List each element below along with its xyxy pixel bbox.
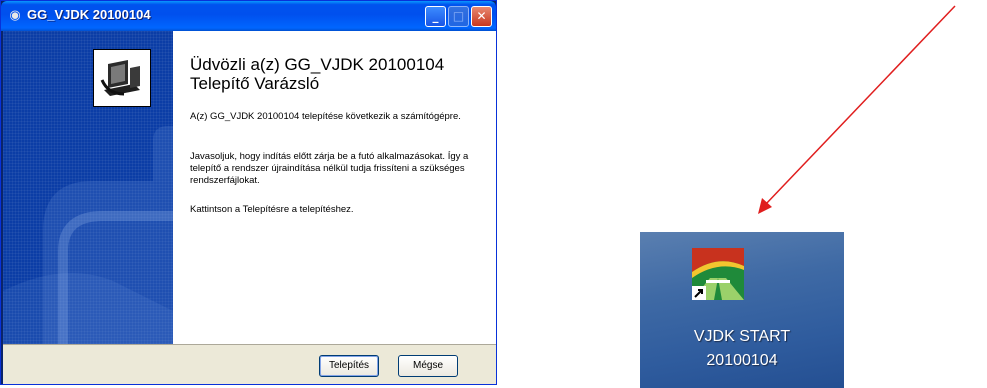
- minimize-button[interactable]: _: [425, 6, 446, 27]
- vjdk-shortcut-icon[interactable]: [692, 248, 744, 300]
- wizard-heading: Üdvözli a(z) GG_VJDK 20100104 Telepítő V…: [190, 55, 445, 93]
- installer-icon: ◉: [9, 8, 21, 23]
- window-title: GG_VJDK 20100104: [27, 7, 151, 22]
- wizard-footer: Telepítés Mégse: [3, 344, 496, 384]
- title-bar[interactable]: ◉ GG_VJDK 20100104 _ □ ✕: [1, 1, 496, 31]
- maximize-button: □: [448, 6, 469, 27]
- computer-install-icon: [93, 49, 151, 107]
- wizard-content: Üdvözli a(z) GG_VJDK 20100104 Telepítő V…: [173, 31, 496, 344]
- wizard-banner: [3, 31, 173, 344]
- cancel-button[interactable]: Mégse: [398, 355, 458, 377]
- close-button[interactable]: ✕: [471, 6, 492, 27]
- instruction-paragraph: Kattintson a Telepítésre a telepítéshez.: [190, 204, 354, 215]
- advice-paragraph: Javasoljuk, hogy indítás előtt zárja be …: [190, 151, 469, 186]
- intro-paragraph: A(z) GG_VJDK 20100104 telepítése követke…: [190, 111, 461, 122]
- shortcut-label-line1: VJDK START: [693, 328, 791, 345]
- install-button[interactable]: Telepítés: [319, 355, 379, 377]
- shortcut-label-line2: 20100104: [706, 352, 778, 369]
- installer-window: ◉ GG_VJDK 20100104 _ □ ✕ Üdvözli a(z) GG…: [0, 0, 497, 385]
- desktop-area: VJDK START 20100104: [640, 232, 844, 388]
